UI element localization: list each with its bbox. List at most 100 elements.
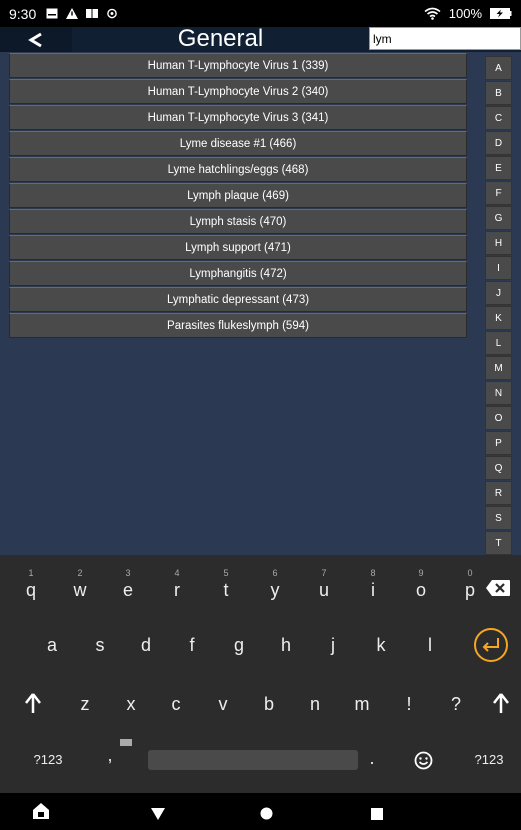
home-app-button[interactable] <box>31 801 51 825</box>
status-time: 9:30 <box>9 5 37 22</box>
alphabet-index: ABCDEFGHIJKLMNOPQRST <box>485 56 512 556</box>
key-h[interactable]: h <box>271 633 301 663</box>
alphabet-letter-g[interactable]: G <box>485 206 512 230</box>
battery-charging-icon <box>490 8 512 19</box>
key-o[interactable]: 9o <box>406 568 436 610</box>
period-key[interactable]: . <box>362 748 382 772</box>
result-item[interactable]: Lymphatic depressant (473) <box>9 287 467 312</box>
result-item[interactable]: Human T-Lymphocyte Virus 2 (340) <box>9 79 467 104</box>
alphabet-letter-d[interactable]: D <box>485 131 512 155</box>
key-char: w <box>73 580 87 600</box>
alphabet-letter-m[interactable]: M <box>485 356 512 380</box>
alphabet-letter-l[interactable]: L <box>485 331 512 355</box>
result-item[interactable]: Lymphangitis (472) <box>9 261 467 286</box>
key-c[interactable]: c <box>161 692 191 722</box>
key-j[interactable]: j <box>318 633 348 663</box>
symbols-key-left[interactable]: ?123 <box>28 751 68 771</box>
key-b[interactable]: b <box>254 692 284 722</box>
key-u[interactable]: 7u <box>309 568 339 610</box>
shift-icon <box>493 693 509 713</box>
backspace-key[interactable] <box>484 579 512 601</box>
result-item[interactable]: Lymph plaque (469) <box>9 183 467 208</box>
search-input[interactable] <box>369 27 521 50</box>
comma-key[interactable]: , <box>100 739 132 775</box>
key-s[interactable]: s <box>85 633 115 663</box>
enter-key[interactable] <box>473 627 509 663</box>
settings-notification-icon <box>107 8 118 19</box>
key-d[interactable]: d <box>131 633 161 663</box>
shift-right-key[interactable] <box>490 692 512 716</box>
key-n[interactable]: n <box>300 692 330 722</box>
key-k[interactable]: k <box>366 633 396 663</box>
result-item[interactable]: Lyme disease #1 (466) <box>9 131 467 156</box>
alphabet-letter-t[interactable]: T <box>485 531 512 555</box>
key-p[interactable]: 0p <box>455 568 485 610</box>
alphabet-letter-a[interactable]: A <box>485 56 512 80</box>
key-e[interactable]: 3e <box>113 568 143 610</box>
key-char: t <box>223 580 229 600</box>
key-z[interactable]: z <box>70 692 100 722</box>
key-char: b <box>263 694 274 714</box>
key-char: e <box>122 580 133 600</box>
key-question[interactable]: ? <box>441 692 471 722</box>
key-hint: 9 <box>418 568 424 578</box>
result-item[interactable]: Lymph support (471) <box>9 235 467 260</box>
result-item[interactable]: Parasites flukeslymph (594) <box>9 313 467 338</box>
result-item[interactable]: Human T-Lymphocyte Virus 3 (341) <box>9 105 467 130</box>
result-item[interactable]: Human T-Lymphocyte Virus 1 (339) <box>9 53 467 78</box>
alphabet-letter-h[interactable]: H <box>485 231 512 255</box>
key-char: l <box>428 635 432 655</box>
home-nav-button[interactable] <box>260 805 273 824</box>
key-x[interactable]: x <box>116 692 146 722</box>
key-char: d <box>140 635 151 655</box>
back-chevron-icon <box>28 32 42 47</box>
wifi-icon <box>424 7 441 20</box>
keyboard-row-3: z x c v b n m!? <box>0 692 521 722</box>
emoji-key[interactable] <box>413 751 433 771</box>
key-m[interactable]: m <box>347 692 377 722</box>
spacebar[interactable] <box>148 750 358 770</box>
key-v[interactable]: v <box>208 692 238 722</box>
alphabet-letter-k[interactable]: K <box>485 306 512 330</box>
key-i[interactable]: 8i <box>358 568 388 610</box>
key-q[interactable]: 1q <box>16 568 46 610</box>
back-button[interactable] <box>0 27 72 52</box>
page-title: General <box>177 25 264 52</box>
key-a[interactable]: a <box>37 633 67 663</box>
alphabet-letter-i[interactable]: I <box>485 256 512 280</box>
result-item[interactable]: Lyme hatchlings/eggs (468) <box>9 157 467 182</box>
alphabet-letter-o[interactable]: O <box>485 406 512 430</box>
alphabet-letter-j[interactable]: J <box>485 281 512 305</box>
result-list: Human T-Lymphocyte Virus 1 (339) Human T-… <box>9 53 467 339</box>
key-g[interactable]: g <box>224 633 254 663</box>
alphabet-letter-r[interactable]: R <box>485 481 512 505</box>
soft-keyboard: 1q 2w 3e 4r 5t 6y 7u 8i 9o 0p a s d fg h jk l z x c v b n m!?… <box>0 555 521 793</box>
symbols-key-right[interactable]: ?123 <box>468 751 510 771</box>
back-nav-button[interactable] <box>151 805 165 824</box>
key-hint: 1 <box>28 568 34 578</box>
key-char: u <box>318 580 329 600</box>
alphabet-letter-c[interactable]: C <box>485 106 512 130</box>
key-f[interactable]: f <box>177 633 207 663</box>
recents-nav-button[interactable] <box>371 805 383 824</box>
key-l[interactable]: l <box>415 633 445 663</box>
alphabet-letter-f[interactable]: F <box>485 181 512 205</box>
alphabet-letter-n[interactable]: N <box>485 381 512 405</box>
alphabet-letter-e[interactable]: E <box>485 156 512 180</box>
book-notification-icon <box>86 9 99 18</box>
result-item[interactable]: Lymph stasis (470) <box>9 209 467 234</box>
key-char: i <box>371 580 375 600</box>
alphabet-letter-p[interactable]: P <box>485 431 512 455</box>
alphabet-letter-s[interactable]: S <box>485 506 512 530</box>
key-char: s <box>95 635 105 655</box>
key-y[interactable]: 6y <box>260 568 290 610</box>
key-exclamation[interactable]: ! <box>394 692 424 722</box>
alphabet-letter-q[interactable]: Q <box>485 456 512 480</box>
alphabet-letter-b[interactable]: B <box>485 81 512 105</box>
key-t[interactable]: 5t <box>211 568 241 610</box>
key-r[interactable]: 4r <box>162 568 192 610</box>
key-char: h <box>280 635 291 655</box>
key-char: x <box>126 694 136 714</box>
key-w[interactable]: 2w <box>65 568 95 610</box>
key-char: ? <box>450 694 461 714</box>
